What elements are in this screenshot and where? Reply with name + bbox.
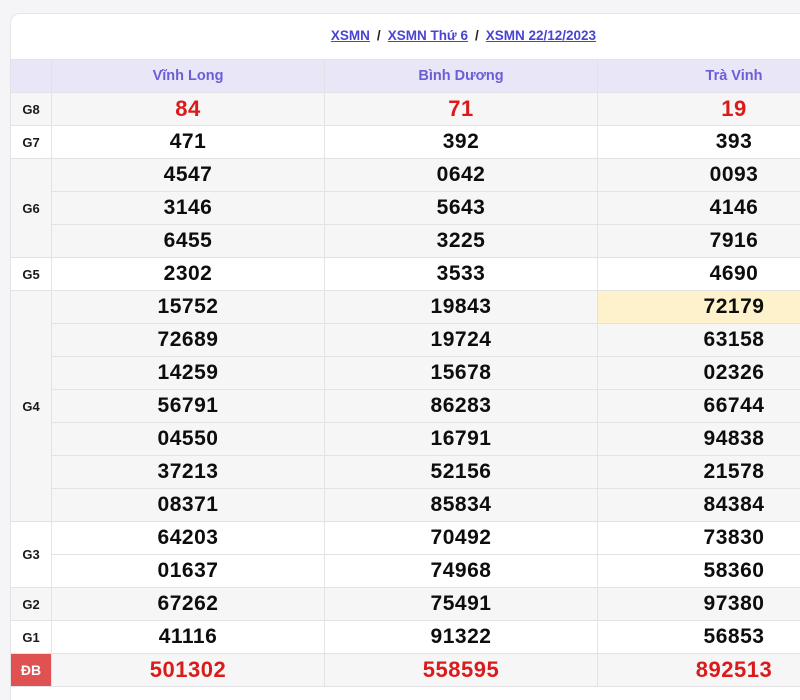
prize-label-g5: G5 — [11, 258, 52, 291]
table-row: 083718583484384 — [11, 489, 800, 522]
result-cell: 501302 — [52, 654, 325, 687]
prize-label-g3: G3 — [11, 522, 52, 588]
breadcrumb-separator: / — [377, 28, 381, 43]
result-cell: 4547 — [52, 159, 325, 192]
result-cell: 94838 — [598, 423, 800, 456]
table-row: G4157521984372179 — [11, 291, 800, 324]
result-cell: 70492 — [325, 522, 598, 555]
result-cell: 85834 — [325, 489, 598, 522]
prize-label-g6: G6 — [11, 159, 52, 258]
result-cell: 86283 — [325, 390, 598, 423]
header-row: Vĩnh Long Bình Dương Trà Vinh — [11, 60, 800, 93]
table-row: 045501679194838 — [11, 423, 800, 456]
result-cell: 892513 — [598, 654, 800, 687]
result-cell: 16791 — [325, 423, 598, 456]
result-cell: 6455 — [52, 225, 325, 258]
result-cell: 66744 — [598, 390, 800, 423]
result-cell: 97380 — [598, 588, 800, 621]
column-header-binh-duong: Bình Dương — [325, 60, 598, 93]
table-row: G1411169132256853 — [11, 621, 800, 654]
result-cell: 74968 — [325, 555, 598, 588]
result-cell: 15752 — [52, 291, 325, 324]
table-row: 016377496858360 — [11, 555, 800, 588]
prize-label-g2: G2 — [11, 588, 52, 621]
corner-cell — [11, 60, 52, 93]
table-row: 645532257916 — [11, 225, 800, 258]
breadcrumb: XSMN / XSMN Thứ 6 / XSMN 22/12/2023 — [11, 14, 800, 59]
result-cell: 37213 — [52, 456, 325, 489]
result-cell: 4690 — [598, 258, 800, 291]
table-row: G3642037049273830 — [11, 522, 800, 555]
result-cell: 15678 — [325, 357, 598, 390]
result-cell: 3225 — [325, 225, 598, 258]
prize-label-g8: G8 — [11, 93, 52, 126]
results-panel: XSMN / XSMN Thứ 6 / XSMN 22/12/2023 Vĩnh Lon… — [10, 13, 800, 700]
result-cell: 75491 — [325, 588, 598, 621]
result-cell: 56791 — [52, 390, 325, 423]
column-header-vinh-long: Vĩnh Long — [52, 60, 325, 93]
result-cell: 04550 — [52, 423, 325, 456]
result-cell: 558595 — [325, 654, 598, 687]
result-cell: 73830 — [598, 522, 800, 555]
result-cell: 2302 — [52, 258, 325, 291]
result-cell: 58360 — [598, 555, 800, 588]
table-row: G6454706420093 — [11, 159, 800, 192]
result-cell: 4146 — [598, 192, 800, 225]
result-cell: 72179 — [598, 291, 800, 324]
result-cell: 52156 — [325, 456, 598, 489]
result-cell: 393 — [598, 126, 800, 159]
result-cell: 392 — [325, 126, 598, 159]
lottery-results-table: Vĩnh Long Bình Dương Trà Vinh G8847119G7… — [10, 59, 800, 687]
table-row: G5230235334690 — [11, 258, 800, 291]
table-row: G2672627549197380 — [11, 588, 800, 621]
table-row: 142591567802326 — [11, 357, 800, 390]
result-cell: 0093 — [598, 159, 800, 192]
table-row: 314656434146 — [11, 192, 800, 225]
result-cell: 19724 — [325, 324, 598, 357]
result-cell: 91322 — [325, 621, 598, 654]
table-row: 372135215621578 — [11, 456, 800, 489]
result-cell: 21578 — [598, 456, 800, 489]
breadcrumb-separator: / — [475, 28, 479, 43]
result-cell: 72689 — [52, 324, 325, 357]
breadcrumb-link-xsmn-date[interactable]: XSMN 22/12/2023 — [486, 28, 596, 43]
prize-label-g1: G1 — [11, 621, 52, 654]
result-cell: 3146 — [52, 192, 325, 225]
prize-label-g4: G4 — [11, 291, 52, 522]
result-cell: 19843 — [325, 291, 598, 324]
result-cell: 64203 — [52, 522, 325, 555]
result-cell: 471 — [52, 126, 325, 159]
table-row: ĐB501302558595892513 — [11, 654, 800, 687]
result-cell: 67262 — [52, 588, 325, 621]
result-cell: 41116 — [52, 621, 325, 654]
table-row: G8847119 — [11, 93, 800, 126]
result-cell: 08371 — [52, 489, 325, 522]
prize-label-g7: G7 — [11, 126, 52, 159]
result-cell: 5643 — [325, 192, 598, 225]
result-cell: 0642 — [325, 159, 598, 192]
result-cell: 84384 — [598, 489, 800, 522]
table-row: G7471392393 — [11, 126, 800, 159]
prize-label-db: ĐB — [11, 654, 52, 687]
table-row: 726891972463158 — [11, 324, 800, 357]
result-cell: 19 — [598, 93, 800, 126]
result-cell: 3533 — [325, 258, 598, 291]
result-cell: 14259 — [52, 357, 325, 390]
table-row: 567918628366744 — [11, 390, 800, 423]
result-cell: 63158 — [598, 324, 800, 357]
result-cell: 02326 — [598, 357, 800, 390]
result-cell: 84 — [52, 93, 325, 126]
result-cell: 71 — [325, 93, 598, 126]
result-cell: 01637 — [52, 555, 325, 588]
result-cell: 7916 — [598, 225, 800, 258]
result-cell: 56853 — [598, 621, 800, 654]
breadcrumb-link-xsmn-thu-6[interactable]: XSMN Thứ 6 — [388, 28, 468, 43]
column-header-tra-vinh: Trà Vinh — [598, 60, 800, 93]
breadcrumb-link-xsmn[interactable]: XSMN — [331, 28, 370, 43]
